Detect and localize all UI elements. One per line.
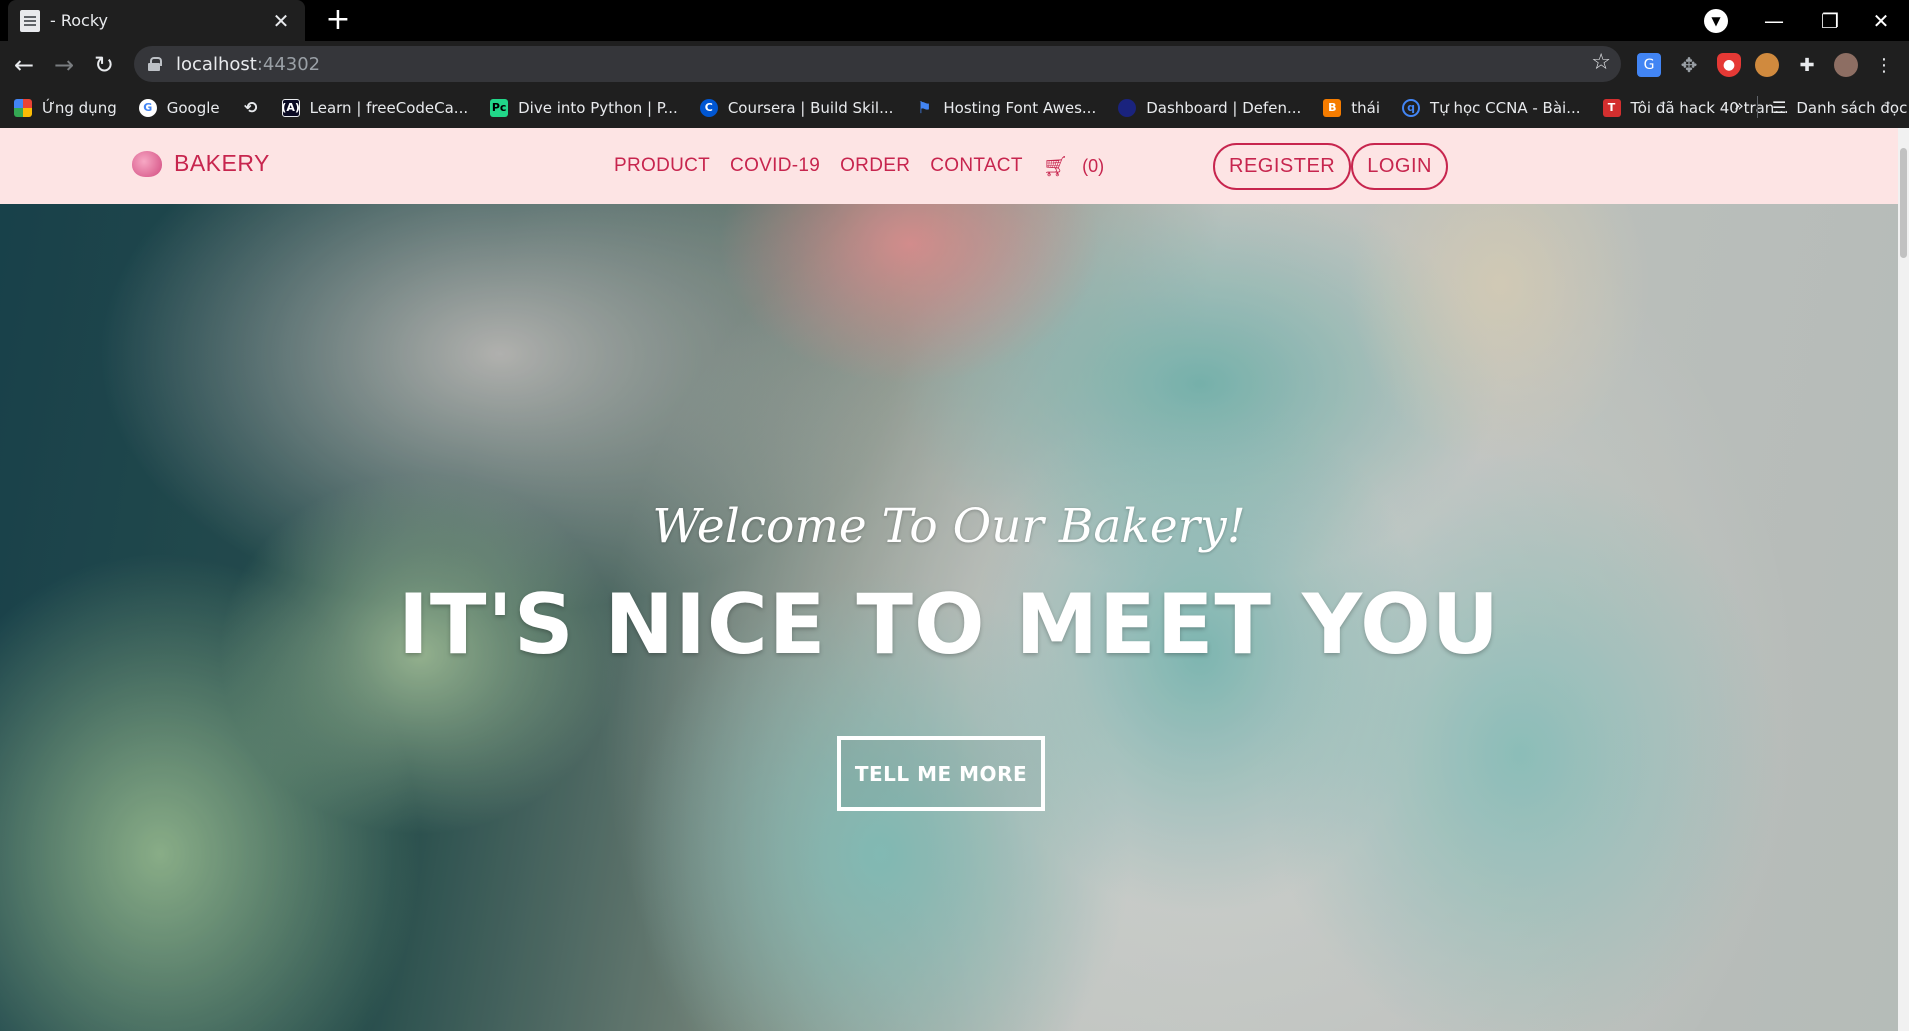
brand-text: BAKERY bbox=[174, 150, 270, 176]
page-viewport: BAKERY PRODUCT COVID-19 ORDER CONTACT 🛒︎… bbox=[0, 128, 1898, 1031]
window-close-icon[interactable]: ✕ bbox=[1853, 0, 1909, 41]
minimize-icon[interactable]: — bbox=[1746, 0, 1802, 41]
nav-covid[interactable]: COVID-19 bbox=[730, 155, 820, 177]
close-icon[interactable]: ✕ bbox=[269, 9, 293, 33]
reading-list-icon: ☰ bbox=[1772, 98, 1787, 117]
new-tab-button[interactable]: + bbox=[322, 4, 354, 36]
globe-icon bbox=[1118, 98, 1137, 117]
shield-icon[interactable]: ● bbox=[1717, 53, 1741, 77]
bookmark-coursera[interactable]: C Coursera | Build Skil... bbox=[699, 98, 893, 117]
site-navbar: BAKERY PRODUCT COVID-19 ORDER CONTACT 🛒︎… bbox=[0, 128, 1898, 204]
cookie-icon[interactable] bbox=[1755, 53, 1779, 77]
bookmark-apps[interactable]: Ứng dụng bbox=[14, 98, 117, 117]
hero-subtitle: Welcome To Our Bakery! bbox=[652, 499, 1246, 554]
bookmark-google[interactable]: G Google bbox=[138, 98, 220, 117]
bookmark-python[interactable]: Pc Dive into Python | P... bbox=[490, 98, 678, 117]
back-icon[interactable]: ← bbox=[7, 48, 41, 82]
extensions-puzzle-icon[interactable]: ✚ bbox=[1795, 53, 1819, 77]
translate-icon[interactable]: G bbox=[1637, 53, 1661, 77]
move-icon[interactable]: ✥ bbox=[1677, 53, 1701, 77]
url-host: localhost bbox=[176, 53, 257, 75]
restore-icon[interactable]: ❐ bbox=[1802, 0, 1858, 41]
browser-tabstrip: - Rocky ✕ + ▼ — ❐ ✕ bbox=[0, 0, 1909, 41]
browser-tab[interactable]: - Rocky ✕ bbox=[8, 0, 305, 41]
nav-order[interactable]: ORDER bbox=[840, 155, 910, 177]
coursera-icon: C bbox=[699, 98, 718, 117]
t-icon: T bbox=[1602, 98, 1621, 117]
flag-icon: ⚑ bbox=[917, 98, 932, 117]
hero-section: Welcome To Our Bakery! IT'S NICE TO MEET… bbox=[0, 204, 1898, 1031]
brand[interactable]: BAKERY bbox=[132, 150, 270, 177]
menu-kebab-icon[interactable]: ⋮ bbox=[1872, 53, 1896, 77]
lock-icon[interactable] bbox=[148, 57, 162, 71]
browser-toolbar: ← → ↻ localhost:44302 ☆ G ✥ ● ✚ ⋮ bbox=[0, 41, 1909, 87]
address-bar[interactable]: localhost:44302 ☆ bbox=[134, 46, 1621, 82]
bookmark-blogger[interactable]: B thái bbox=[1323, 98, 1380, 117]
reload-icon[interactable]: ↻ bbox=[87, 48, 121, 82]
auth-buttons: REGISTER LOGIN bbox=[1213, 143, 1448, 190]
tab-title: - Rocky bbox=[50, 11, 109, 30]
freecodecamp-icon: (A) bbox=[281, 98, 300, 117]
bookmark-ccna[interactable]: q Tự học CCNA - Bài... bbox=[1402, 98, 1581, 117]
avatar[interactable] bbox=[1834, 53, 1858, 77]
scrollbar-thumb[interactable] bbox=[1900, 148, 1907, 258]
nav-contact[interactable]: CONTACT bbox=[930, 155, 1023, 177]
bookmark-star-icon[interactable]: ☆ bbox=[1591, 50, 1611, 75]
blogger-icon: B bbox=[1323, 98, 1342, 117]
login-button[interactable]: LOGIN bbox=[1351, 143, 1448, 190]
apps-grid-icon bbox=[14, 98, 32, 117]
nav-links: PRODUCT COVID-19 ORDER CONTACT 🛒︎ (0) bbox=[614, 154, 1104, 178]
bookmark-fontawesome[interactable]: ⚑ Hosting Font Awes... bbox=[915, 98, 1096, 117]
google-icon: G bbox=[138, 98, 157, 117]
more-bookmarks-button[interactable]: » bbox=[1734, 96, 1744, 115]
pycharm-icon: Pc bbox=[490, 98, 509, 117]
hero-title: IT'S NICE TO MEET YOU bbox=[397, 576, 1501, 673]
bookmarks-bar: Ứng dụng G Google ⟲ (A) Learn | freeCode… bbox=[0, 87, 1909, 128]
bookmark-hack[interactable]: T Tôi đã hack 40 tran... bbox=[1602, 98, 1789, 117]
cart-count[interactable]: (0) bbox=[1082, 156, 1104, 177]
page-scrollbar[interactable] bbox=[1898, 128, 1909, 1031]
history-icon: ⟲ bbox=[243, 98, 258, 117]
tell-me-more-button[interactable]: TELL ME MORE bbox=[837, 736, 1045, 811]
bookmark-history[interactable]: ⟲ bbox=[242, 98, 260, 117]
tab-search-icon[interactable]: ▼ bbox=[1704, 9, 1728, 33]
url-port: :44302 bbox=[256, 53, 321, 75]
search-q-icon: q bbox=[1402, 98, 1421, 117]
register-button[interactable]: REGISTER bbox=[1213, 143, 1352, 190]
forward-icon[interactable]: → bbox=[47, 48, 81, 82]
reading-list-button[interactable]: ☰ Danh sách đọc bbox=[1772, 87, 1907, 128]
cart-icon[interactable]: 🛒︎ bbox=[1043, 154, 1068, 178]
bookmark-dashboard[interactable]: Dashboard | Defen... bbox=[1118, 98, 1301, 117]
nav-product[interactable]: PRODUCT bbox=[614, 155, 710, 177]
bakery-logo-icon bbox=[132, 150, 162, 177]
bookmark-freecodecamp[interactable]: (A) Learn | freeCodeCa... bbox=[281, 98, 468, 117]
page-icon bbox=[20, 9, 40, 32]
bookmarks-divider bbox=[1757, 96, 1758, 118]
